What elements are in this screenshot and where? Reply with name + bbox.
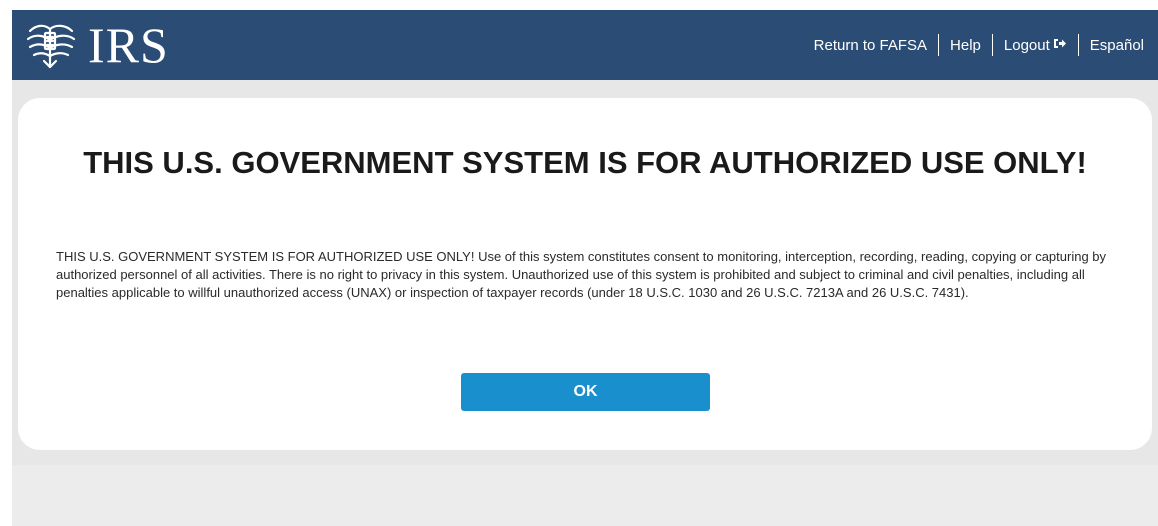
site-header: IRS Return to FAFSA Help Logout Español <box>12 10 1158 80</box>
page-background <box>12 465 1158 526</box>
sign-out-icon <box>1053 37 1067 54</box>
page-frame: IRS Return to FAFSA Help Logout Español … <box>12 10 1158 526</box>
nav-logout[interactable]: Logout <box>1004 37 1067 54</box>
nav-language-label: Español <box>1089 36 1144 54</box>
irs-logo[interactable]: IRS <box>22 16 169 74</box>
nav-divider <box>991 34 993 56</box>
nav-divider <box>1077 34 1079 56</box>
authorized-use-dialog: THIS U.S. GOVERNMENT SYSTEM IS FOR AUTHO… <box>18 98 1152 450</box>
nav-help[interactable]: Help <box>950 37 981 54</box>
ok-button[interactable]: OK <box>461 373 710 411</box>
nav-return-to-fafsa[interactable]: Return to FAFSA <box>814 37 927 54</box>
irs-eagle-icon <box>22 17 80 73</box>
logo-wordmark: IRS <box>88 17 169 73</box>
dialog-body: THIS U.S. GOVERNMENT SYSTEM IS FOR AUTHO… <box>56 249 1107 300</box>
nav-return-label: Return to FAFSA <box>813 36 928 54</box>
nav-divider <box>938 34 940 56</box>
nav-help-label: Help <box>950 36 981 54</box>
nav-logout-label: Logout <box>1003 36 1050 54</box>
dialog-title: THIS U.S. GOVERNMENT SYSTEM IS FOR AUTHO… <box>83 145 1087 180</box>
nav-espanol[interactable]: Español <box>1090 37 1144 54</box>
top-nav: Return to FAFSA Help Logout Español <box>814 10 1144 80</box>
